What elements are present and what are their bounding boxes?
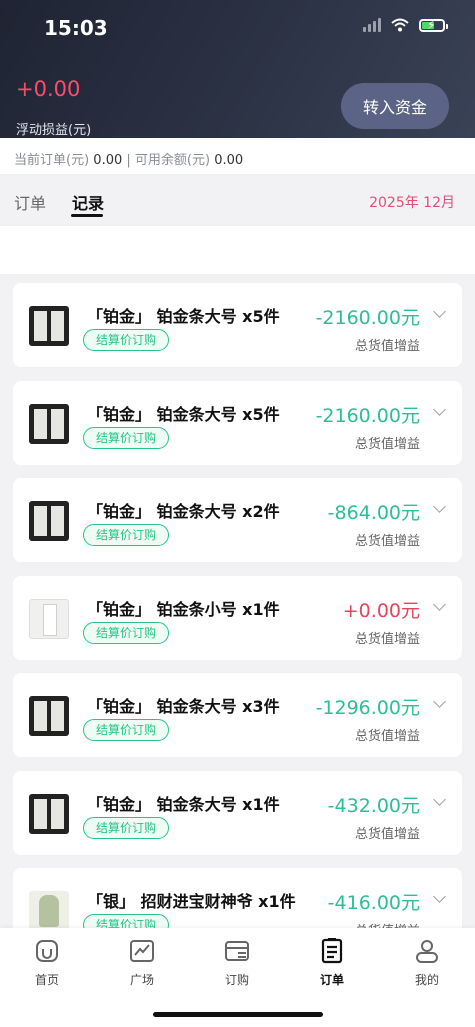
product-thumbnail (29, 891, 69, 931)
chevron-down-icon[interactable] (433, 598, 446, 611)
current-order-label: 当前订单(元) (14, 153, 90, 168)
value-change-amount: -1296.00元 (315, 697, 420, 719)
status-icons: ⚡ (363, 18, 448, 32)
nav-orders-label: 订单 (319, 973, 344, 987)
settlement-tag: 结算价订购 (83, 427, 170, 449)
nav-profile[interactable]: 我的 (397, 938, 457, 988)
chevron-down-icon[interactable] (433, 695, 446, 708)
value-change-amount: -432.00元 (327, 795, 420, 817)
nav-orders[interactable]: 订单 (302, 937, 362, 988)
wallet-icon (225, 941, 249, 961)
product-thumbnail (29, 501, 69, 541)
floating-pnl-value: +0.00 (16, 77, 81, 101)
current-order-value: 0.00 (93, 153, 123, 168)
settlement-tag: 结算价订购 (83, 817, 170, 839)
battery-icon: ⚡ (419, 18, 448, 32)
value-change-label: 总货值增益 (354, 339, 420, 354)
home-indicator[interactable] (153, 1012, 323, 1017)
chevron-down-icon[interactable] (433, 890, 446, 903)
nav-subscribe[interactable]: 订购 (207, 938, 267, 988)
nav-square-label: 广场 (129, 973, 154, 987)
tab-orders[interactable]: 订单 (14, 190, 46, 214)
order-record-card[interactable]: 「铂金」 铂金条大号 x2件结算价订购 -864.00元总货值增益 (13, 478, 462, 562)
product-thumbnail (29, 696, 69, 736)
value-change-label: 总货值增益 (354, 632, 420, 647)
balance-summary: 当前订单(元) 0.00 | 可用余额(元) 0.00 (14, 149, 243, 168)
tab-records[interactable]: 记录 (72, 190, 104, 214)
order-record-card[interactable]: 「铂金」 铂金条大号 x5件结算价订购 -2160.00元总货值增益 (13, 283, 462, 367)
account-header: 15:03 ⚡ +0.00 浮动损益(元) 转入资金 (0, 0, 475, 138)
chevron-down-icon[interactable] (433, 793, 446, 806)
value-change-amount: +0.00元 (342, 600, 420, 622)
value-change-label: 总货值增益 (354, 827, 420, 842)
value-change-amount: -2160.00元 (315, 405, 420, 427)
value-change-label: 总货值增益 (354, 437, 420, 452)
document-icon (321, 937, 343, 964)
nav-home[interactable]: 首页 (17, 938, 77, 988)
wifi-icon (391, 18, 409, 32)
product-title: 「铂金」 铂金条大号 x5件 (87, 405, 280, 424)
balance-separator: | (126, 153, 131, 168)
product-title: 「铂金」 铂金条大号 x3件 (87, 697, 280, 716)
value-change-label: 总货值增益 (354, 729, 420, 744)
product-thumbnail (29, 404, 69, 444)
product-thumbnail (29, 794, 69, 834)
product-title: 「铂金」 铂金条小号 x1件 (87, 600, 280, 619)
home-icon (36, 940, 58, 962)
user-icon (416, 940, 438, 963)
order-record-card[interactable]: 「铂金」 铂金条小号 x1件结算价订购 +0.00元总货值增益 (13, 576, 462, 660)
nav-profile-label: 我的 (414, 973, 439, 987)
list-spacer (0, 226, 475, 274)
available-balance-value: 0.00 (214, 153, 244, 168)
settlement-tag: 结算价订购 (83, 524, 170, 546)
floating-pnl-label: 浮动损益(元) (16, 123, 92, 138)
value-change-amount: -864.00元 (327, 502, 420, 524)
nav-home-label: 首页 (34, 973, 59, 987)
active-tab-indicator (71, 214, 103, 217)
chevron-down-icon[interactable] (433, 403, 446, 416)
chart-icon (130, 940, 154, 962)
tab-bar: 订单 记录 2025年 12月 (0, 174, 475, 226)
transfer-funds-button[interactable]: 转入资金 (341, 83, 449, 129)
product-thumbnail (29, 306, 69, 346)
value-change-amount: -2160.00元 (315, 307, 420, 329)
nav-subscribe-label: 订购 (224, 973, 249, 987)
value-change-amount: -416.00元 (327, 892, 420, 914)
value-change-label: 总货值增益 (354, 534, 420, 549)
settlement-tag: 结算价订购 (83, 329, 170, 351)
month-selector[interactable]: 2025年 12月 (369, 192, 455, 212)
status-time: 15:03 (44, 16, 108, 40)
settlement-tag: 结算价订购 (83, 719, 170, 741)
product-thumbnail (29, 599, 69, 639)
product-title: 「铂金」 铂金条大号 x1件 (87, 795, 280, 814)
order-record-card[interactable]: 「铂金」 铂金条大号 x3件结算价订购 -1296.00元总货值增益 (13, 673, 462, 757)
nav-square[interactable]: 广场 (112, 938, 172, 988)
product-title: 「铂金」 铂金条大号 x2件 (87, 502, 280, 521)
chevron-down-icon[interactable] (433, 305, 446, 318)
settlement-tag: 结算价订购 (83, 622, 170, 644)
order-record-card[interactable]: 「铂金」 铂金条大号 x1件结算价订购 -432.00元总货值增益 (13, 771, 462, 855)
available-balance-label: 可用余额(元) (134, 153, 211, 168)
product-title: 「银」 招财进宝财神爷 x1件 (87, 892, 296, 911)
chevron-down-icon[interactable] (433, 500, 446, 513)
order-record-card[interactable]: 「铂金」 铂金条大号 x5件结算价订购 -2160.00元总货值增益 (13, 381, 462, 465)
balance-bar: 当前订单(元) 0.00 | 可用余额(元) 0.00 (0, 138, 475, 174)
signal-icon (363, 18, 381, 32)
product-title: 「铂金」 铂金条大号 x5件 (87, 307, 280, 326)
